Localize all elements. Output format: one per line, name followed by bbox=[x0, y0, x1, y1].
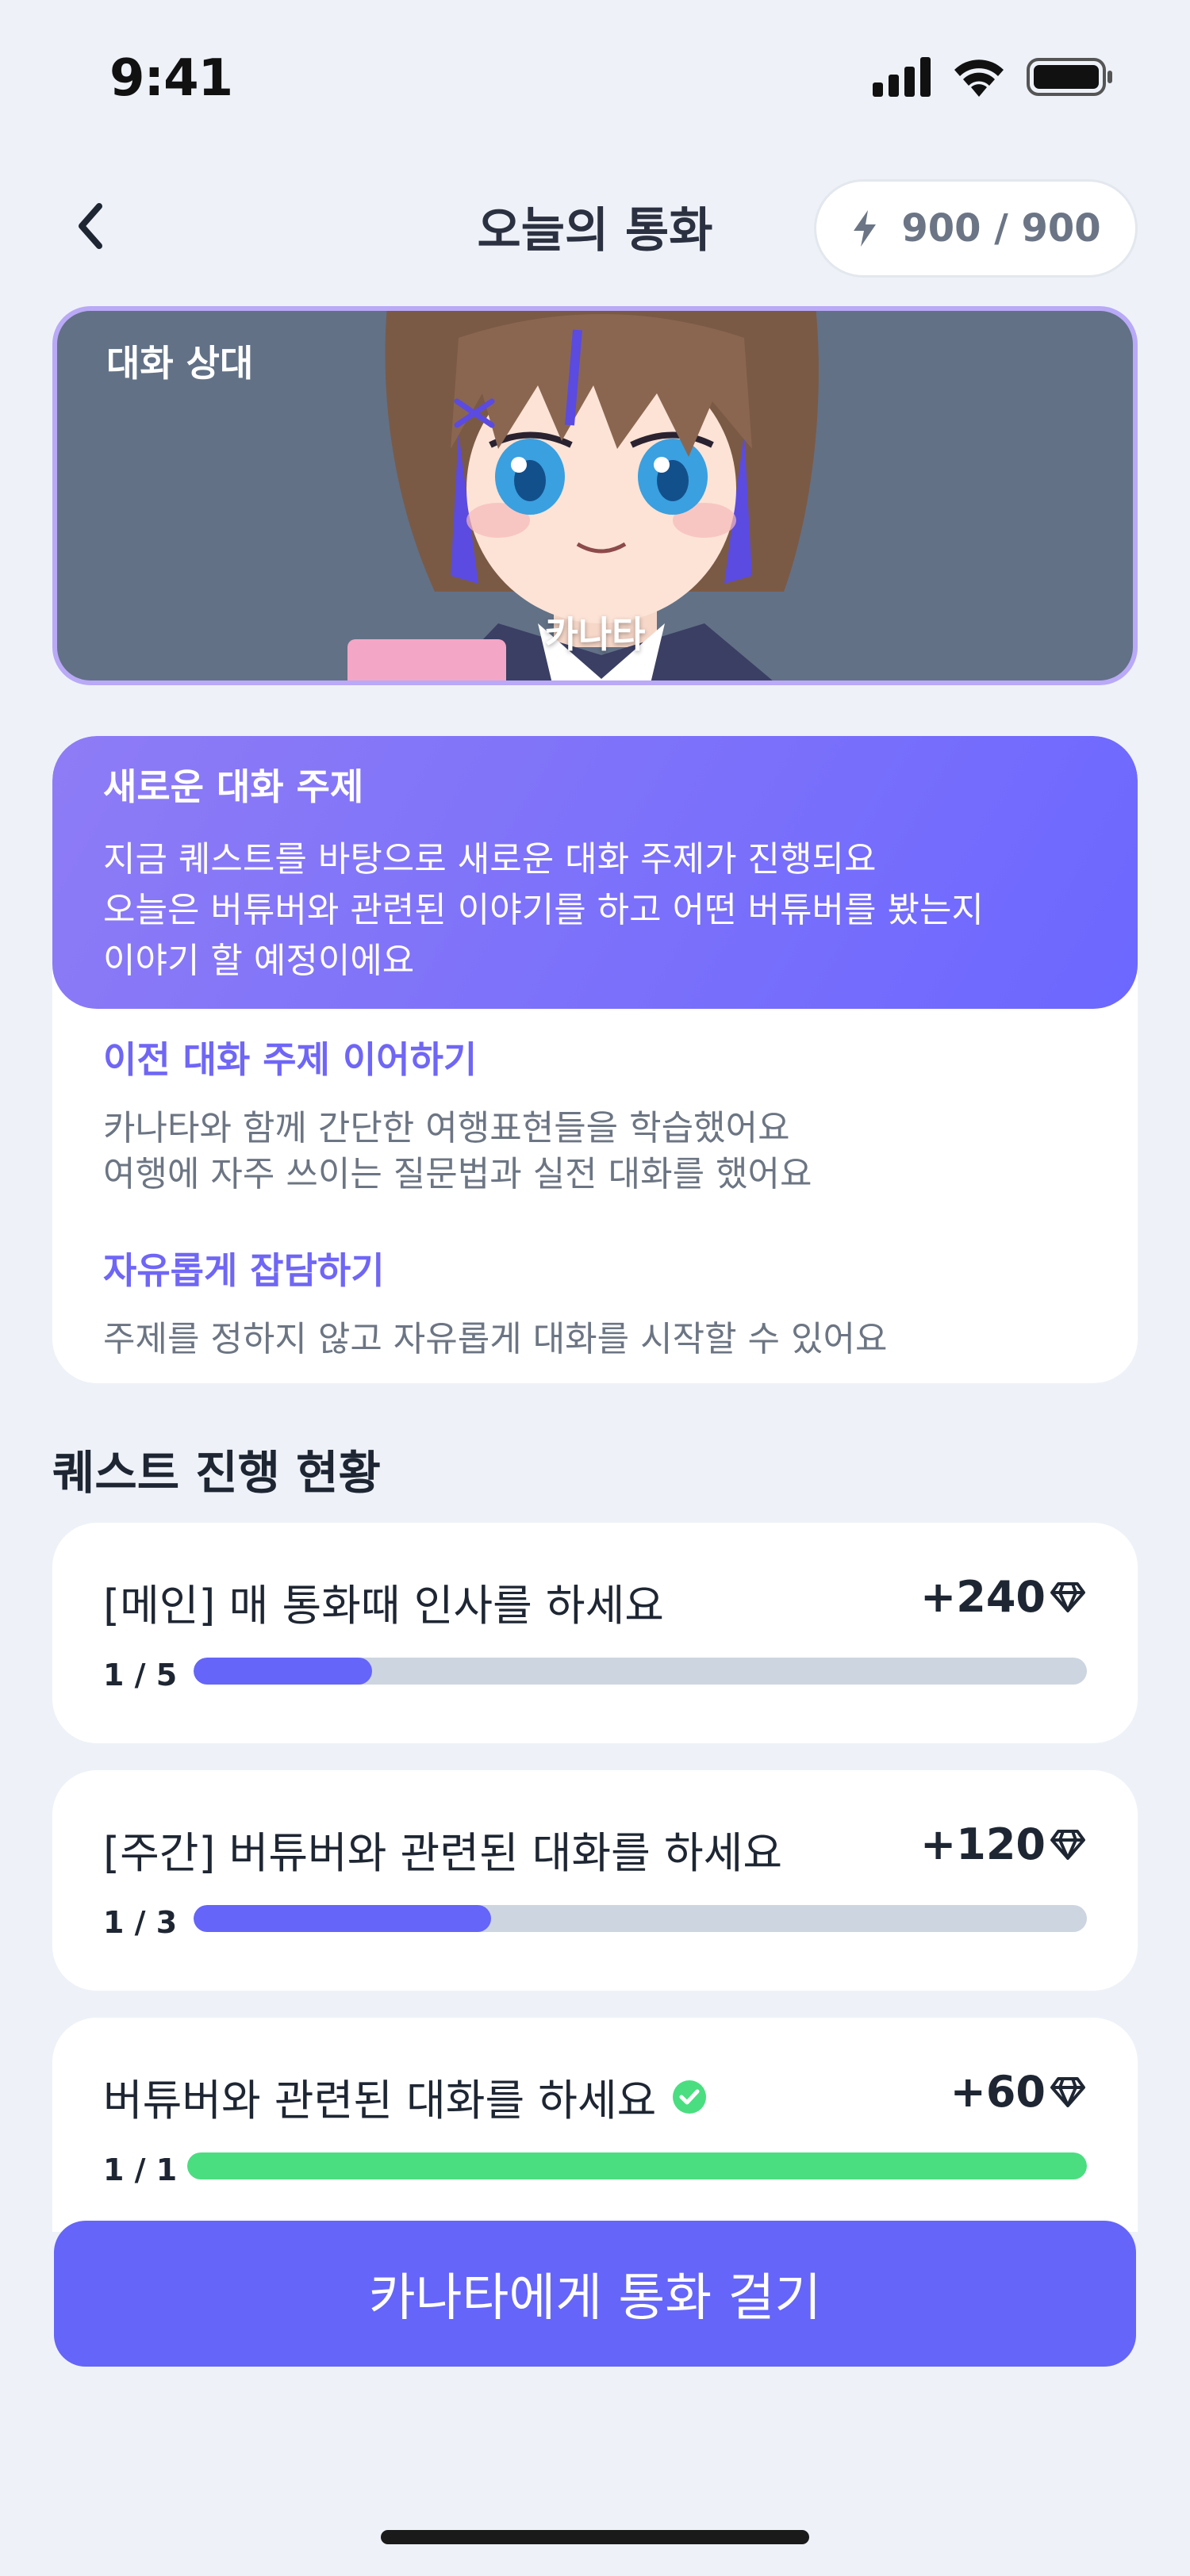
quest-progress-fill bbox=[187, 2152, 1087, 2179]
quest-section-title: 퀘스트 진행 현황 bbox=[52, 1446, 381, 1500]
topic-option-free[interactable]: 자유롭게 잡담하기 주제를 정하지 않고 자유롭게 대화를 시작할 수 있어요 bbox=[103, 1242, 1087, 1363]
lightning-icon bbox=[854, 210, 877, 247]
topic-option-continue-line: 카나타와 함께 간단한 여행표현들을 학습했어요 bbox=[103, 1108, 790, 1148]
topic-selector: 새로운 대화 주제 지금 퀘스트를 바탕으로 새로운 대화 주제가 진행되요 오… bbox=[52, 736, 1138, 1383]
diamond-icon bbox=[1050, 1581, 1085, 1612]
partner-name: 카나타 bbox=[544, 613, 646, 656]
quest-progress-bar bbox=[194, 1658, 1087, 1685]
topic-option-continue-line: 여행에 자주 쓰이는 질문법과 실전 대화를 했어요 bbox=[103, 1154, 812, 1194]
quest-title: [주간] 버튜버와 관련된 대화를 하세요 bbox=[103, 1818, 782, 1880]
quest-reward-value: +120 bbox=[920, 1819, 1046, 1869]
quest-reward-value: +240 bbox=[920, 1572, 1046, 1622]
check-circle-icon bbox=[673, 2080, 707, 2114]
quest-title-text: [메인] 매 통화때 인사를 하세요 bbox=[103, 1581, 664, 1631]
topic-option-new[interactable]: 새로운 대화 주제 지금 퀘스트를 바탕으로 새로운 대화 주제가 진행되요 오… bbox=[52, 736, 1138, 1009]
energy-badge[interactable]: 900 / 900 bbox=[814, 179, 1138, 278]
topic-option-free-line: 주제를 정하지 않고 자유롭게 대화를 시작할 수 있어요 bbox=[103, 1319, 888, 1359]
quest-progress-fill bbox=[194, 1658, 373, 1685]
quest-progress-count: 1 / 5 bbox=[103, 1658, 178, 1692]
energy-value: 900 / 900 bbox=[901, 206, 1101, 251]
quest-progress-count: 1 / 1 bbox=[103, 2152, 178, 2187]
quest-reward-value: +60 bbox=[950, 2067, 1046, 2117]
quest-title-text: [주간] 버튜버와 관련된 대화를 하세요 bbox=[103, 1828, 782, 1878]
quest-progress-fill bbox=[194, 1905, 491, 1932]
quest-reward: +120 bbox=[920, 1819, 1085, 1869]
quest-title: [메인] 매 통화때 인사를 하세요 bbox=[103, 1570, 664, 1633]
topic-option-new-title: 새로운 대화 주제 bbox=[103, 765, 364, 808]
status-time: 9:41 bbox=[109, 49, 233, 108]
quest-progress-bar bbox=[187, 2152, 1087, 2179]
partner-card[interactable]: 대화 상대 카나타 bbox=[52, 306, 1138, 685]
quest-card-completed: 버튜버와 관련된 대화를 하세요 +60 1 / 1 bbox=[52, 2018, 1138, 2232]
topic-option-continue[interactable]: 이전 대화 주제 이어하기 카나타와 함께 간단한 여행표현들을 학습했어요 여… bbox=[103, 1031, 1087, 1198]
quest-title-text: 버튜버와 관련된 대화를 하세요 bbox=[103, 2076, 657, 2126]
quest-reward: +240 bbox=[920, 1572, 1085, 1622]
topic-option-new-line: 이야기 할 예정이에요 bbox=[103, 941, 415, 981]
quest-card-weekly: [주간] 버튜버와 관련된 대화를 하세요 +120 1 / 3 bbox=[52, 1770, 1138, 1991]
wifi-icon bbox=[954, 59, 1004, 97]
diamond-icon bbox=[1050, 2076, 1085, 2107]
diamond-icon bbox=[1050, 1829, 1085, 1860]
home-indicator bbox=[381, 2530, 809, 2544]
topic-option-continue-title: 이전 대화 주제 이어하기 bbox=[103, 1038, 478, 1081]
battery-icon bbox=[1027, 58, 1112, 96]
call-button[interactable]: 카나타에게 통화 걸기 bbox=[54, 2221, 1136, 2367]
quest-card-main: [메인] 매 통화때 인사를 하세요 +240 1 / 5 bbox=[52, 1523, 1138, 1743]
topic-option-new-line: 오늘은 버튜버와 관련된 이야기를 하고 어떤 버튜버를 봤는지 bbox=[103, 890, 984, 930]
topic-option-free-title: 자유롭게 잡담하기 bbox=[103, 1249, 385, 1292]
quest-reward: +60 bbox=[950, 2067, 1085, 2117]
quest-progress-count: 1 / 3 bbox=[103, 1905, 178, 1940]
cellular-signal-icon bbox=[873, 57, 931, 97]
quest-progress-bar bbox=[194, 1905, 1087, 1932]
quest-title: 버튜버와 관련된 대화를 하세요 bbox=[103, 2065, 707, 2128]
partner-label: 대화 상대 bbox=[106, 342, 254, 385]
topic-option-new-line: 지금 퀘스트를 바탕으로 새로운 대화 주제가 진행되요 bbox=[103, 839, 877, 880]
status-icons bbox=[873, 57, 1114, 97]
